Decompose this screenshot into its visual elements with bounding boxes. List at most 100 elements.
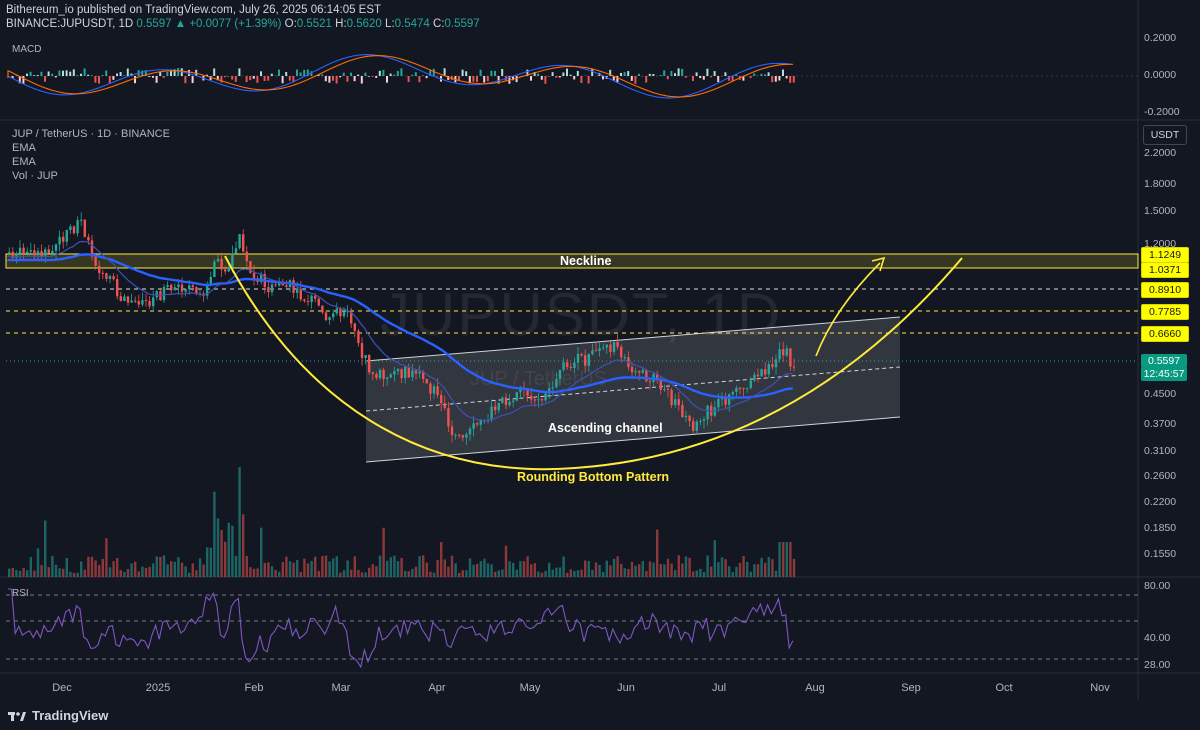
candle-body[interactable] (72, 226, 76, 234)
candle-body[interactable] (774, 359, 778, 368)
candle-body[interactable] (389, 374, 392, 378)
candle-body[interactable] (65, 229, 68, 242)
candle-body[interactable] (144, 300, 148, 302)
candle-body[interactable] (108, 276, 112, 279)
candle-body[interactable] (188, 285, 191, 290)
candle-body[interactable] (267, 287, 270, 293)
candle-body[interactable] (566, 362, 569, 367)
candle-body[interactable] (414, 370, 418, 374)
chart-canvas[interactable] (0, 0, 1200, 730)
candle-body[interactable] (738, 387, 742, 389)
candle-body[interactable] (609, 344, 612, 352)
candle-body[interactable] (231, 253, 234, 268)
candle-body[interactable] (396, 369, 400, 372)
macd-label[interactable]: MACD (12, 44, 41, 55)
candle-body[interactable] (638, 371, 641, 373)
chart-root[interactable]: Bithereum_io published on TradingView.co… (0, 0, 1200, 730)
candle-body[interactable] (533, 399, 536, 401)
candle-body[interactable] (62, 236, 65, 242)
candle-body[interactable] (252, 272, 256, 279)
candle-body[interactable] (47, 249, 50, 254)
legend-ema-1[interactable]: EMA (12, 142, 36, 154)
candle-body[interactable] (58, 236, 61, 245)
candle-body[interactable] (699, 420, 702, 422)
candle-body[interactable] (573, 362, 576, 368)
candle-body[interactable] (220, 258, 223, 270)
candle-body[interactable] (101, 272, 104, 274)
candle-body[interactable] (789, 348, 792, 367)
candle-body[interactable] (634, 371, 637, 373)
candle-body[interactable] (360, 343, 364, 359)
candle-body[interactable] (328, 317, 331, 321)
candle-body[interactable] (584, 355, 587, 366)
candle-body[interactable] (580, 353, 583, 356)
candle-body[interactable] (26, 251, 29, 254)
candle-body[interactable] (602, 347, 605, 349)
candle-body[interactable] (476, 423, 479, 425)
candle-body[interactable] (180, 284, 184, 292)
candle-body[interactable] (530, 395, 533, 400)
candle-body[interactable] (112, 276, 115, 280)
candle-body[interactable] (702, 419, 706, 421)
candle-body[interactable] (454, 434, 457, 436)
candle-body[interactable] (756, 374, 760, 377)
candle-body[interactable] (706, 405, 709, 420)
candle-body[interactable] (504, 397, 508, 406)
candle-body[interactable] (764, 369, 767, 375)
candle-body[interactable] (558, 369, 562, 379)
candle-body[interactable] (306, 301, 310, 303)
candle-body[interactable] (382, 369, 385, 379)
candle-body[interactable] (137, 301, 140, 305)
candle-body[interactable] (324, 312, 328, 321)
candle-body[interactable] (216, 258, 220, 262)
candle-body[interactable] (130, 300, 133, 303)
candle-body[interactable] (270, 284, 274, 293)
candle-body[interactable] (148, 300, 151, 307)
candle-body[interactable] (735, 387, 738, 392)
candle-body[interactable] (479, 420, 482, 425)
candle-body[interactable] (501, 397, 504, 403)
candle-body[interactable] (87, 236, 90, 241)
candle-body[interactable] (332, 313, 335, 318)
legend-ema-2[interactable]: EMA (12, 156, 36, 168)
candle-body[interactable] (314, 295, 317, 299)
last-price-tag[interactable]: 0.5597 (1141, 354, 1187, 368)
candle-body[interactable] (692, 421, 695, 431)
candle-body[interactable] (616, 341, 619, 347)
candle-body[interactable] (310, 295, 313, 303)
candle-body[interactable] (425, 379, 428, 384)
candle-body[interactable] (8, 251, 11, 253)
candle-body[interactable] (274, 284, 277, 286)
candle-body[interactable] (540, 399, 544, 401)
price-tag-1-0371[interactable]: 1.0371 (1141, 262, 1189, 278)
candle-body[interactable] (569, 366, 572, 368)
candle-body[interactable] (472, 423, 475, 429)
candle-body[interactable] (792, 366, 796, 368)
candle-body[interactable] (98, 265, 101, 273)
candle-body[interactable] (54, 244, 58, 251)
candle-body[interactable] (742, 388, 745, 390)
candle-body[interactable] (724, 397, 727, 405)
candle-body[interactable] (238, 234, 241, 249)
candle-body[interactable] (400, 369, 403, 379)
candle-body[interactable] (126, 296, 130, 303)
candle-body[interactable] (105, 273, 108, 279)
candle-body[interactable] (771, 364, 774, 368)
candle-body[interactable] (695, 421, 698, 431)
candle-body[interactable] (393, 371, 396, 375)
candle-body[interactable] (681, 405, 684, 418)
candle-body[interactable] (515, 392, 518, 401)
candle-body[interactable] (15, 253, 18, 258)
candle-body[interactable] (292, 280, 295, 293)
candle-body[interactable] (371, 372, 374, 374)
candle-body[interactable] (83, 219, 86, 237)
candle-body[interactable] (746, 387, 749, 389)
candle-body[interactable] (591, 350, 594, 355)
candle-body[interactable] (555, 378, 558, 388)
price-tag-1-1249[interactable]: 1.1249 (1141, 247, 1189, 263)
candle-body[interactable] (594, 350, 598, 352)
candle-body[interactable] (450, 426, 454, 435)
candle-body[interactable] (342, 311, 346, 317)
candle-body[interactable] (213, 261, 216, 278)
candle-body[interactable] (760, 369, 763, 377)
